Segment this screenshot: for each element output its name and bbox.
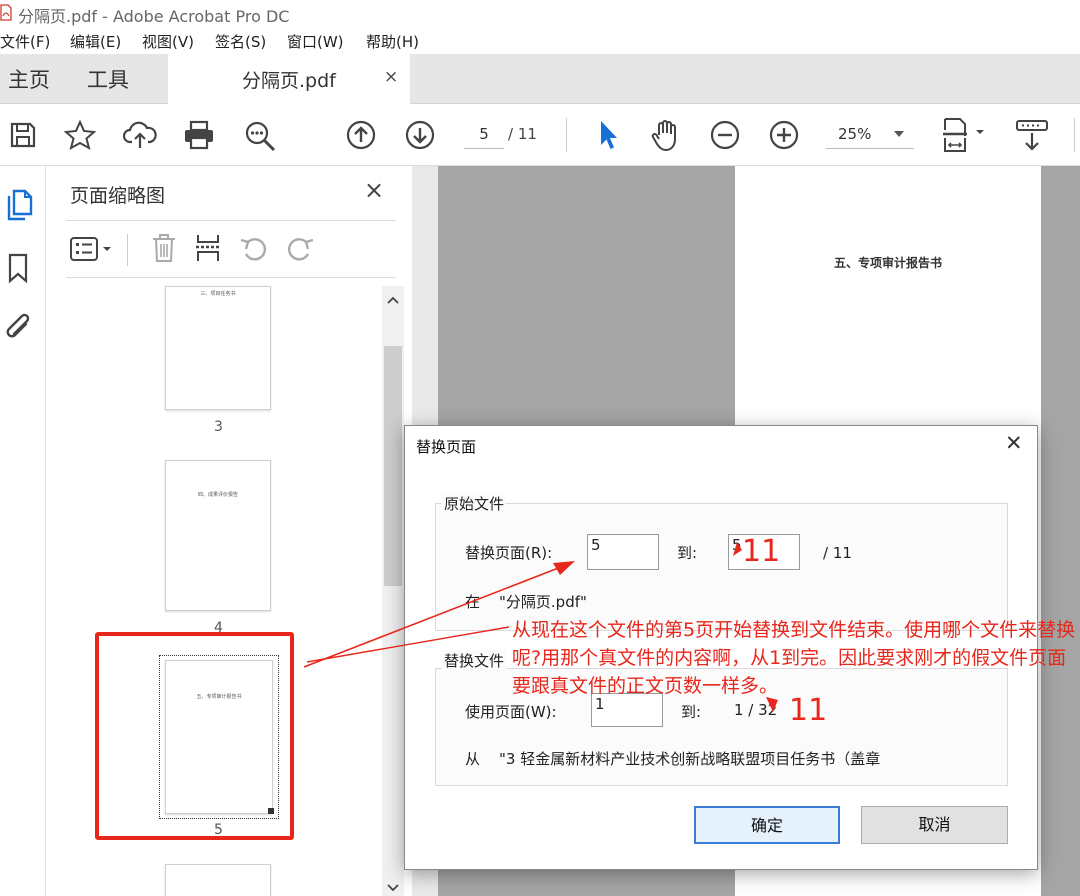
- menu-help[interactable]: 帮助(H): [366, 31, 419, 52]
- replace-pages-label: 替换页面(R):: [465, 544, 553, 562]
- next-page-icon[interactable]: [405, 120, 435, 150]
- dialog-title: 替换页面: [416, 438, 477, 456]
- hand-tool-icon[interactable]: [650, 118, 684, 152]
- pdf-file-icon: [0, 4, 12, 21]
- document-page-heading: 五、专项审计报告书: [833, 256, 942, 270]
- select-cursor-icon[interactable]: [596, 118, 620, 152]
- annotation-note: 从现在这个文件的第5页开始替换到文件结束。使用哪个文件来替换呢?用那个真文件的内…: [512, 619, 1076, 697]
- toolbar-separator: [566, 118, 567, 152]
- annotation-highlight-box: [95, 632, 294, 840]
- rotate-counterclockwise-icon[interactable]: [238, 234, 270, 264]
- thumbnail-heading: 三、项目任务书: [200, 291, 236, 297]
- cloud-upload-icon[interactable]: [123, 120, 157, 150]
- zoom-level-select[interactable]: 25%: [826, 119, 914, 149]
- menu-sign[interactable]: 签名(S): [215, 31, 266, 52]
- original-file-name: "分隔页.pdf": [499, 593, 587, 611]
- divider: [127, 234, 128, 266]
- zoom-out-icon[interactable]: [710, 120, 740, 150]
- replacement-file-group-label: 替换文件: [442, 650, 507, 671]
- page-total: / 11: [508, 125, 537, 143]
- tab-document[interactable]: 分隔页.pdf ×: [168, 54, 410, 104]
- delete-trash-icon[interactable]: [150, 232, 178, 264]
- thumbnail-heading: 四、成果评价报告: [197, 492, 238, 498]
- attachment-paperclip-icon[interactable]: [4, 312, 34, 344]
- tab-document-label: 分隔页.pdf: [242, 70, 336, 92]
- toolbar: 5 / 11 25%: [0, 104, 1080, 166]
- thumbnails-scrollbar[interactable]: [382, 286, 404, 896]
- scrolling-mode-icon[interactable]: [1014, 118, 1050, 154]
- cancel-button[interactable]: 取消: [861, 806, 1008, 844]
- menu-window[interactable]: 窗口(W): [287, 31, 344, 52]
- thumbnails-close-button[interactable]: ×: [364, 176, 384, 204]
- use-to-label: 到:: [681, 703, 702, 721]
- thumbnail-page-3[interactable]: 三、项目任务书: [165, 286, 271, 410]
- replace-from-input[interactable]: 5: [587, 534, 659, 570]
- bookmark-icon[interactable]: [7, 252, 29, 284]
- zoom-search-icon[interactable]: [243, 119, 277, 153]
- from-label: 从: [465, 750, 481, 768]
- dialog-close-button[interactable]: ✕: [1005, 431, 1023, 455]
- menu-view[interactable]: 视图(V): [142, 31, 194, 52]
- rotate-clockwise-icon[interactable]: [284, 234, 316, 264]
- total-pages-label: / 11: [823, 544, 852, 562]
- save-icon[interactable]: [8, 120, 38, 150]
- previous-page-icon[interactable]: [346, 120, 376, 150]
- print-icon[interactable]: [182, 119, 216, 151]
- tab-home[interactable]: 主页: [8, 64, 50, 94]
- ok-button[interactable]: 确定: [694, 806, 840, 844]
- divider: [66, 220, 396, 221]
- replace-to-label: 到:: [677, 544, 698, 562]
- window-title: 分隔页.pdf - Adobe Acrobat Pro DC: [18, 7, 290, 26]
- options-menu-icon[interactable]: [70, 236, 116, 262]
- scrollbar-thumb[interactable]: [384, 346, 402, 586]
- menu-file[interactable]: 文件(F): [0, 31, 50, 52]
- annotation-to-value: 11: [742, 534, 781, 569]
- divider: [66, 277, 396, 278]
- replacement-file-name: "3 轻金属新材料产业技术创新战略联盟项目任务书（盖章: [499, 750, 881, 768]
- scroll-up-icon[interactable]: [387, 296, 399, 304]
- tab-bar: 主页 工具 分隔页.pdf ×: [0, 54, 1080, 104]
- tab-close-button[interactable]: ×: [384, 67, 398, 87]
- annotation-use-to-value: 11: [789, 693, 828, 728]
- fit-page-icon[interactable]: [940, 116, 990, 154]
- page-thumbnails-icon[interactable]: [6, 188, 34, 222]
- left-rail: [0, 166, 46, 896]
- title-bar: 分隔页.pdf - Adobe Acrobat Pro DC: [0, 0, 1080, 27]
- menu-edit[interactable]: 编辑(E): [70, 31, 121, 52]
- toolbar-separator: [1074, 118, 1075, 152]
- thumbnail-page-6[interactable]: [165, 864, 271, 896]
- thumbnail-page-number: 3: [214, 419, 223, 435]
- zoom-level-value: 25%: [838, 125, 872, 143]
- split-page-icon[interactable]: [194, 232, 222, 264]
- bookmark-star-icon[interactable]: [64, 120, 96, 150]
- tab-tools[interactable]: 工具: [87, 64, 129, 94]
- scroll-down-icon[interactable]: [387, 884, 399, 892]
- use-to-value: 1 / 32: [734, 701, 778, 719]
- page-number-input[interactable]: 5: [464, 119, 504, 149]
- original-file-group-label: 原始文件: [442, 493, 507, 514]
- use-pages-label: 使用页面(W):: [465, 703, 557, 721]
- menu-bar: 文件(F) 编辑(E) 视图(V) 签名(S) 窗口(W) 帮助(H): [0, 27, 1080, 54]
- chevron-down-icon: [894, 131, 904, 137]
- zoom-in-icon[interactable]: [769, 120, 799, 150]
- thumbnails-panel-title: 页面缩略图: [70, 185, 166, 207]
- in-label: 在: [465, 593, 481, 611]
- thumbnail-page-4[interactable]: 四、成果评价报告: [165, 460, 271, 611]
